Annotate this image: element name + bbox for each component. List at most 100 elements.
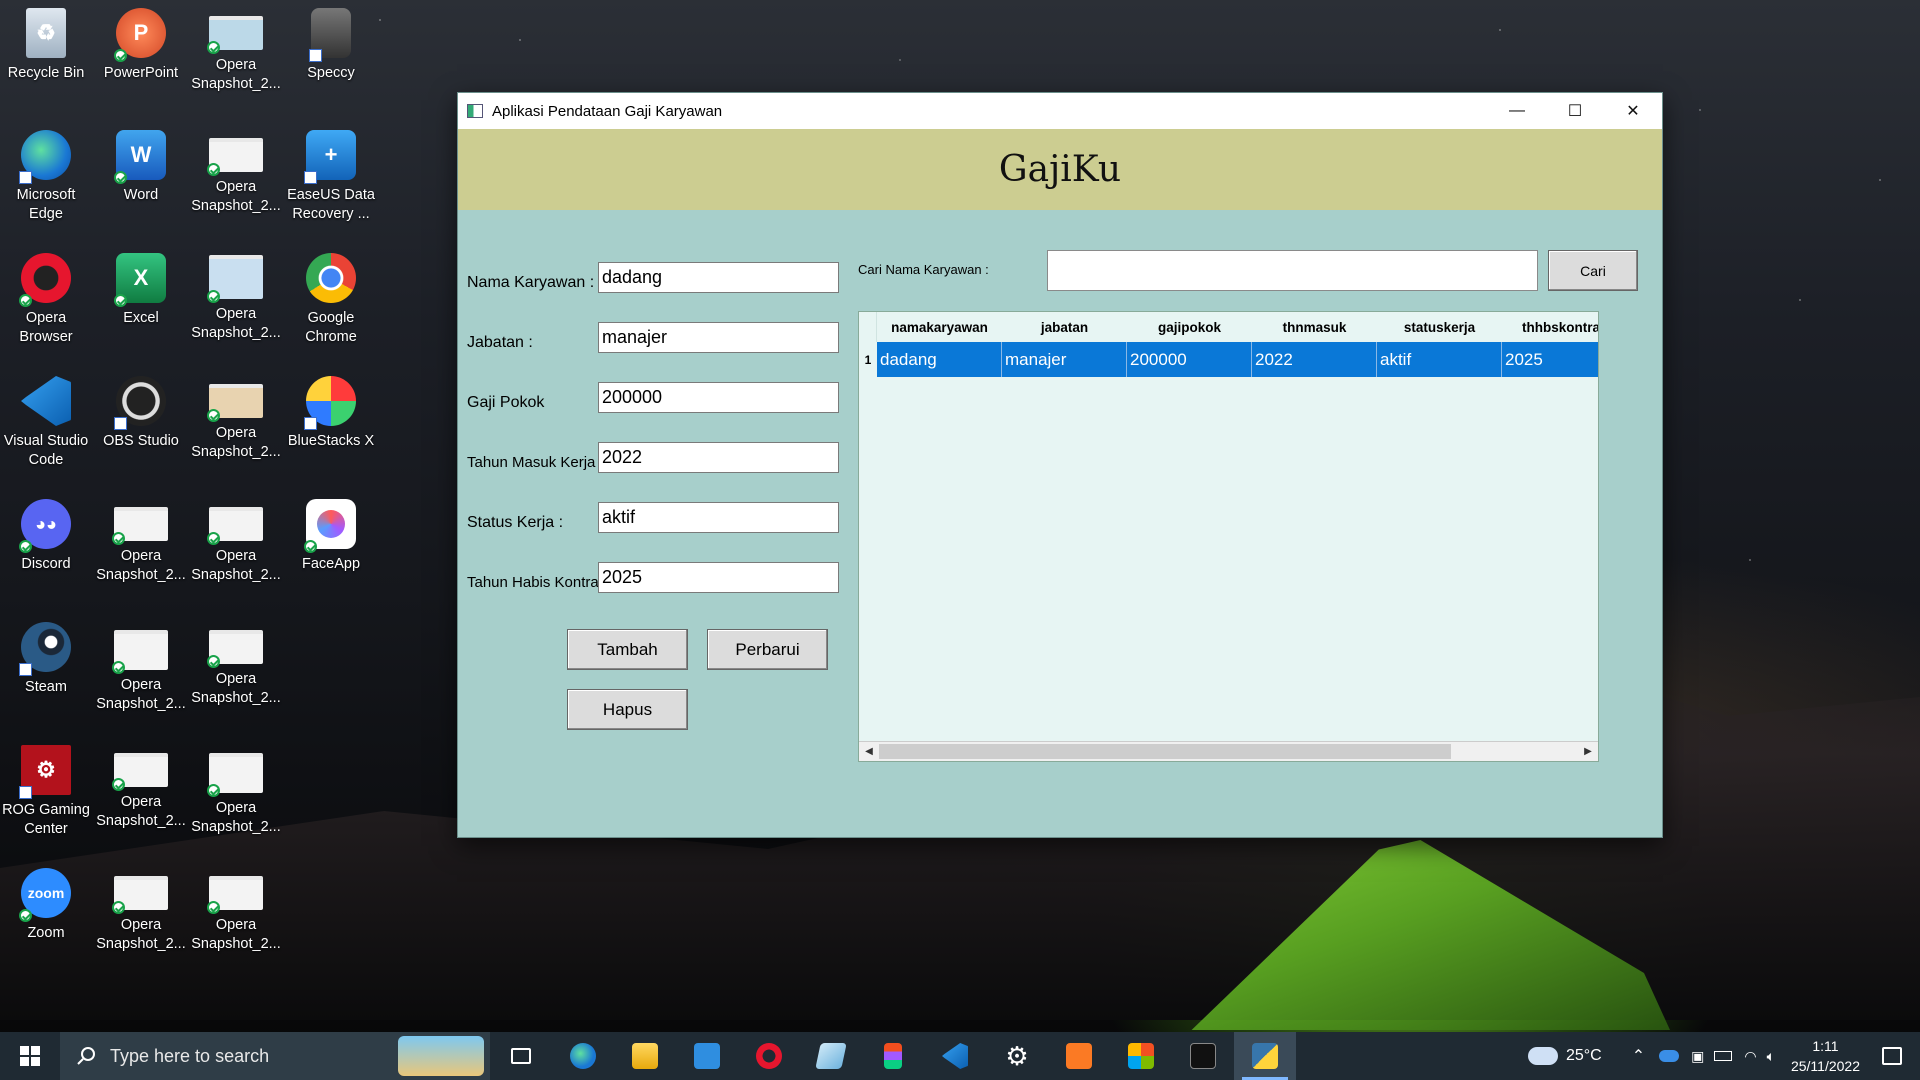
table-corner: [859, 312, 877, 342]
nama-karyawan-input[interactable]: [598, 262, 839, 293]
desktop-icon-opera-browser[interactable]: Opera Browser: [0, 253, 92, 347]
wifi-icon[interactable]: ◠: [1744, 1048, 1756, 1065]
taskbar-opera-icon[interactable]: [738, 1032, 800, 1080]
window-titlebar[interactable]: Aplikasi Pendataan Gaji Karyawan — ☐ ✕: [458, 93, 1662, 129]
table-cell[interactable]: manajer: [1002, 342, 1127, 377]
column-header[interactable]: gajipokok: [1127, 312, 1252, 342]
desktop-icon-opera-snapshot-11[interactable]: Opera Snapshot_2...: [95, 868, 187, 954]
table-cell[interactable]: aktif: [1377, 342, 1502, 377]
desktop-icon-faceapp[interactable]: FaceApp: [285, 499, 377, 574]
gaji-pokok-input[interactable]: [598, 382, 839, 413]
snapshot-thumbnail-icon: [207, 255, 263, 303]
table-row[interactable]: 1 dadang manajer 200000 2022 aktif 2025: [859, 342, 1598, 377]
taskbar-notes-icon[interactable]: [800, 1032, 862, 1080]
taskbar-terminal-icon[interactable]: [1172, 1032, 1234, 1080]
desktop-icon-opera-snapshot-1[interactable]: Opera Snapshot_2...: [190, 8, 282, 94]
status-kerja-input[interactable]: [598, 502, 839, 533]
taskbar-file-explorer-icon[interactable]: [614, 1032, 676, 1080]
hapus-button[interactable]: Hapus: [567, 689, 688, 730]
desktop-icon-recycle-bin[interactable]: ♻ Recycle Bin: [0, 8, 92, 83]
minimize-button[interactable]: —: [1488, 93, 1546, 129]
column-header[interactable]: jabatan: [1002, 312, 1127, 342]
scroll-left-icon[interactable]: ◀: [859, 742, 879, 761]
table-cell[interactable]: 2022: [1252, 342, 1377, 377]
search-input[interactable]: [1047, 250, 1538, 291]
desktop-icon-powerpoint[interactable]: P PowerPoint: [95, 8, 187, 83]
snapshot-thumbnail-icon: [112, 630, 168, 674]
desktop-icon-zoom[interactable]: zoom Zoom: [0, 868, 92, 943]
snapshot-thumbnail-icon: [207, 384, 263, 422]
excel-icon: X: [114, 253, 166, 307]
desktop-icon-microsoft-edge[interactable]: Microsoft Edge: [0, 130, 92, 224]
desktop-icon-opera-snapshot-5[interactable]: Opera Snapshot_2...: [95, 499, 187, 585]
taskbar-python-app-icon[interactable]: [1234, 1032, 1296, 1080]
volume-icon[interactable]: 🔈︎: [1767, 1048, 1775, 1065]
tahun-habis-kontrak-input[interactable]: [598, 562, 839, 593]
desktop-icon-opera-snapshot-3[interactable]: Opera Snapshot_2...: [190, 253, 282, 343]
close-button[interactable]: ✕: [1604, 93, 1662, 129]
nama-karyawan-label: Nama Karyawan :: [467, 274, 595, 291]
jabatan-input[interactable]: [598, 322, 839, 353]
taskbar-search[interactable]: Type here to search: [60, 1032, 490, 1080]
snapshot-thumbnail-icon: [207, 630, 263, 668]
data-table[interactable]: namakaryawan jabatan gajipokok thnmasuk …: [858, 311, 1599, 762]
desktop-icon-opera-snapshot-8[interactable]: Opera Snapshot_2...: [190, 622, 282, 708]
column-header[interactable]: statuskerja: [1377, 312, 1502, 342]
desktop-icon-opera-snapshot-10[interactable]: Opera Snapshot_2...: [190, 745, 282, 837]
desktop-icon-excel[interactable]: X Excel: [95, 253, 187, 328]
desktop-icon-easeus-data-recovery[interactable]: + EaseUS Data Recovery ...: [285, 130, 377, 224]
desktop-icon-opera-snapshot-7[interactable]: Opera Snapshot_2...: [95, 622, 187, 714]
taskbar-edge-icon[interactable]: [552, 1032, 614, 1080]
chevron-up-icon[interactable]: ⌃: [1632, 1046, 1645, 1066]
cari-button[interactable]: Cari: [1548, 250, 1638, 291]
table-cell[interactable]: 200000: [1127, 342, 1252, 377]
desktop-icon-speccy[interactable]: Speccy: [285, 8, 377, 83]
tambah-button[interactable]: Tambah: [567, 629, 688, 670]
battery-icon[interactable]: [1714, 1051, 1733, 1061]
column-header[interactable]: namakaryawan: [877, 312, 1002, 342]
perbarui-button[interactable]: Perbarui: [707, 629, 828, 670]
column-header[interactable]: thnmasuk: [1252, 312, 1377, 342]
table-cell[interactable]: dadang: [877, 342, 1002, 377]
taskbar-settings-icon[interactable]: ⚙: [986, 1032, 1048, 1080]
taskbar-store-icon[interactable]: [1110, 1032, 1172, 1080]
tahun-masuk-input[interactable]: [598, 442, 839, 473]
taskbar-mail-icon[interactable]: [676, 1032, 738, 1080]
taskbar-vscode-icon[interactable]: [924, 1032, 986, 1080]
desktop-icon-opera-snapshot-9[interactable]: Opera Snapshot_2...: [95, 745, 187, 831]
desktop-icon-opera-snapshot-4[interactable]: Opera Snapshot_2...: [190, 376, 282, 462]
snapshot-thumbnail-icon: [112, 753, 168, 791]
taskbar-clock[interactable]: 1:11 25/11/2022: [1791, 1036, 1860, 1076]
onedrive-icon[interactable]: [1659, 1050, 1680, 1062]
snapshot-thumbnail-icon: [207, 876, 263, 914]
notification-center-icon[interactable]: [1882, 1047, 1902, 1065]
table-cell[interactable]: 2025: [1502, 342, 1598, 377]
desktop-icon-discord[interactable]: ◕◕ Discord: [0, 499, 92, 574]
faceapp-icon: [304, 499, 356, 553]
taskbar-xampp-icon[interactable]: [1048, 1032, 1110, 1080]
maximize-button[interactable]: ☐: [1546, 93, 1604, 129]
desktop-icon-opera-snapshot-12[interactable]: Opera Snapshot_2...: [190, 868, 282, 954]
vscode-icon: [21, 376, 71, 426]
desktop-icon-word[interactable]: W Word: [95, 130, 187, 205]
desktop-icon-google-chrome[interactable]: Google Chrome: [285, 253, 377, 347]
horizontal-scrollbar[interactable]: ◀ ▶: [859, 741, 1598, 761]
weather-temperature[interactable]: 25°C: [1566, 1047, 1602, 1065]
scrollbar-thumb[interactable]: [879, 744, 1451, 759]
obs-icon: [114, 376, 166, 430]
start-button[interactable]: [0, 1032, 60, 1080]
weather-cloud-icon[interactable]: [1527, 1047, 1558, 1065]
scroll-right-icon[interactable]: ▶: [1578, 742, 1598, 761]
meet-now-icon[interactable]: ▣: [1691, 1048, 1704, 1065]
desktop-icon-vscode[interactable]: Visual Studio Code: [0, 376, 92, 470]
desktop-icon-steam[interactable]: Steam: [0, 622, 92, 697]
desktop-icon-opera-snapshot-2[interactable]: Opera Snapshot_2...: [190, 130, 282, 216]
clock-date: 25/11/2022: [1790, 1058, 1860, 1074]
desktop-icon-bluestacks-x[interactable]: BlueStacks X: [285, 376, 377, 451]
task-view-icon[interactable]: [490, 1032, 552, 1080]
desktop-icon-opera-snapshot-6[interactable]: Opera Snapshot_2...: [190, 499, 282, 585]
taskbar-figma-icon[interactable]: [862, 1032, 924, 1080]
column-header[interactable]: thhbskontrak: [1502, 312, 1598, 342]
desktop-icon-obs-studio[interactable]: OBS Studio: [95, 376, 187, 451]
desktop-icon-rog-gaming-center[interactable]: ⚙ ROG Gaming Center: [0, 745, 92, 839]
